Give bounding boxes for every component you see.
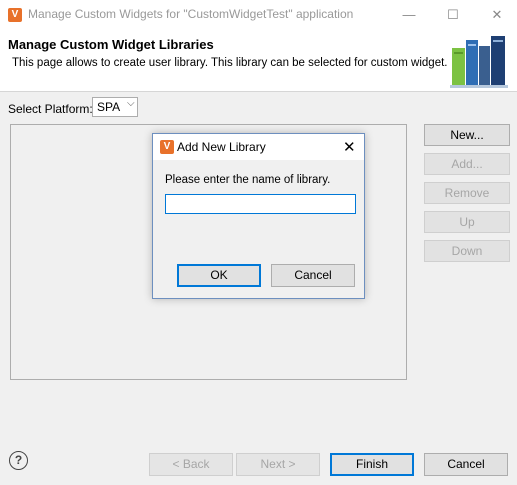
dialog-title: Add New Library bbox=[177, 140, 266, 154]
page-description: This page allows to create user library.… bbox=[12, 57, 448, 69]
dialog-message: Please enter the name of library. bbox=[165, 174, 331, 186]
dialog-cancel-button[interactable]: Cancel bbox=[271, 264, 355, 287]
chevron-down-icon[interactable]: ⌵ bbox=[127, 98, 135, 109]
window-title: Manage Custom Widgets for "CustomWidgetT… bbox=[28, 7, 354, 21]
dialog-ok-button[interactable]: OK bbox=[177, 264, 261, 287]
page-title: Manage Custom Widget Libraries bbox=[8, 37, 214, 52]
finish-button[interactable]: Finish bbox=[330, 453, 414, 476]
add-button[interactable]: Add... bbox=[424, 153, 510, 175]
window-close-icon[interactable]: ✕ bbox=[477, 0, 517, 30]
back-button[interactable]: < Back bbox=[149, 453, 233, 476]
dialog-close-icon[interactable]: ✕ bbox=[343, 138, 356, 156]
next-button[interactable]: Next > bbox=[236, 453, 320, 476]
up-button[interactable]: Up bbox=[424, 211, 510, 233]
maximize-icon[interactable]: ☐ bbox=[433, 0, 473, 30]
down-button[interactable]: Down bbox=[424, 240, 510, 262]
library-name-input[interactable] bbox=[165, 194, 356, 214]
library-books-icon bbox=[450, 36, 508, 88]
new-button[interactable]: New... bbox=[424, 124, 510, 146]
platform-label: Select Platform: bbox=[8, 102, 93, 116]
minimize-icon[interactable]: — bbox=[389, 0, 429, 30]
dialog-app-icon: V bbox=[160, 140, 174, 154]
app-logo-icon: V bbox=[8, 8, 22, 22]
remove-button[interactable]: Remove bbox=[424, 182, 510, 204]
cancel-button[interactable]: Cancel bbox=[424, 453, 508, 476]
help-icon[interactable]: ? bbox=[9, 451, 28, 470]
